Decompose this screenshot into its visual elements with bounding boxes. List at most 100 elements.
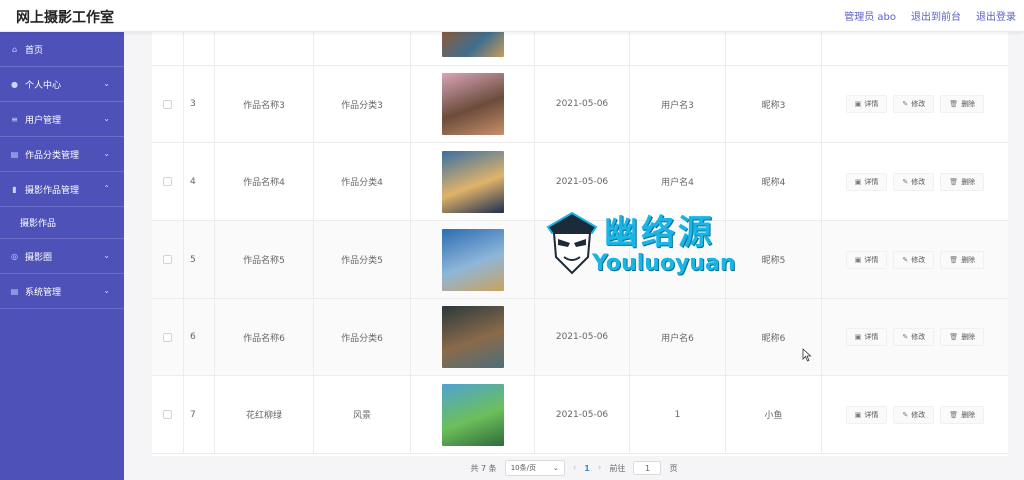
edit-button[interactable]: ✎ 修改 <box>893 328 935 346</box>
delete-button[interactable]: 🗑 删除 <box>940 250 985 269</box>
document-icon: ▣ <box>854 333 862 341</box>
work-name: 作品名称6 <box>215 299 314 375</box>
work-name: 作品名称5 <box>215 221 314 298</box>
document-icon: ▣ <box>854 255 862 264</box>
trash-icon: 🗑 <box>949 410 959 419</box>
sidebar-item-photo-circle[interactable]: ◎ 摄影圈 ⌄ <box>0 239 124 274</box>
edit-button[interactable]: ✎ 修改 <box>893 405 935 424</box>
nickname: 昵称4 <box>726 143 822 220</box>
home-icon: ⌂ <box>11 44 18 54</box>
row-actions: ▣ 详情 ✎ 修改 🗑 删除 <box>822 221 1008 298</box>
table-row: 5 作品名称5 作品分类5 昵称5 ▣ 详情 ✎ 修改 🗑 删除 <box>152 221 1008 299</box>
prev-page-icon[interactable]: ‹ <box>573 463 577 473</box>
sidebar-item-personal-center[interactable]: ● 个人中心 ⌄ <box>0 67 124 102</box>
page-number-current[interactable]: 1 <box>584 464 590 473</box>
main-content: 3 作品名称3 作品分类3 2021-05-06 用户名3 昵称3 ▣ 详情 ✎ 修改 🗑 删除 4 作品… <box>124 32 1024 480</box>
work-thumbnail[interactable] <box>441 306 504 368</box>
document-icon: ▣ <box>854 177 862 186</box>
sidebar-subitem-photo-works[interactable]: 摄影作品 <box>0 207 124 239</box>
edit-button[interactable]: ✎ 修改 <box>893 172 935 191</box>
sidebar-item-label: 个人中心 <box>25 80 62 91</box>
chevron-up-icon: ⌃ <box>103 184 110 193</box>
table-row: 3 作品名称3 作品分类3 2021-05-06 用户名3 昵称3 ▣ 详情 ✎ 修改 🗑 删除 <box>152 66 1008 143</box>
upload-date: 2021-05-06 <box>535 299 630 375</box>
work-thumbnail[interactable] <box>441 228 504 291</box>
detail-button[interactable]: ▣ 详情 <box>845 328 888 346</box>
edit-button[interactable]: ✎ 修改 <box>893 250 935 269</box>
sidebar-item-label: 作品分类管理 <box>25 150 80 161</box>
detail-button[interactable]: ▣ 详情 <box>845 95 888 113</box>
works-table: 3 作品名称3 作品分类3 2021-05-06 用户名3 昵称3 ▣ 详情 ✎ 修改 🗑 删除 4 作品… <box>152 32 1008 456</box>
sidebar-item-user-management[interactable]: ≡ 用户管理 ⌄ <box>0 102 124 137</box>
sidebar-item-label: 用户管理 <box>25 115 62 126</box>
top-bar: 网上摄影工作室 管理员 abo 退出到前台 退出登录 <box>0 0 1024 32</box>
table-row: 7 花红柳绿 风景 2021-05-06 1 小鱼 ▣ 详情 ✎ 修改 🗑 删除 <box>152 376 1008 454</box>
row-actions: ▣ 详情 ✎ 修改 🗑 删除 <box>822 66 1008 142</box>
sidebar-item-photo-works-management[interactable]: ▮ 摄影作品管理 ⌃ <box>0 172 124 207</box>
row-checkbox[interactable] <box>163 177 172 186</box>
row-actions: ▣ 详情 ✎ 修改 🗑 删除 <box>822 376 1008 453</box>
trash-icon: 🗑 <box>949 177 959 186</box>
upload-date: 2021-05-06 <box>535 376 630 453</box>
delete-button[interactable]: 🗑 删除 <box>940 328 985 346</box>
document-icon: ▣ <box>854 410 862 419</box>
work-category: 作品分类5 <box>314 221 411 298</box>
work-thumbnail[interactable] <box>441 383 504 446</box>
list-icon: ≡ <box>11 114 18 124</box>
chevron-down-icon: ⌄ <box>103 149 110 158</box>
sidebar-item-system-management[interactable]: ▤ 系统管理 ⌄ <box>0 274 124 309</box>
nickname: 小鱼 <box>726 376 822 453</box>
bar-chart-icon: ▮ <box>12 184 17 194</box>
sidebar-item-category-management[interactable]: ▤ 作品分类管理 ⌄ <box>0 137 124 172</box>
table-row: 4 作品名称4 作品分类4 2021-05-06 用户名4 昵称4 ▣ 详情 ✎ 修改 🗑 删除 <box>152 143 1008 221</box>
edit-button[interactable]: ✎ 修改 <box>893 95 935 113</box>
sidebar-item-label: 系统管理 <box>25 287 62 298</box>
goto-page-input[interactable]: 1 <box>633 461 662 475</box>
trash-icon: 🗑 <box>949 255 959 264</box>
detail-button[interactable]: ▣ 详情 <box>845 172 888 191</box>
table-row-partial <box>152 32 1008 66</box>
row-checkbox[interactable] <box>163 332 172 342</box>
work-category: 作品分类4 <box>314 143 411 220</box>
logout-link[interactable]: 退出登录 <box>976 8 1016 23</box>
sidebar: ⌂ 首页 ● 个人中心 ⌄ ≡ 用户管理 ⌄ ▤ 作品分类管理 ⌄ ▮ 摄影作品… <box>0 32 124 480</box>
row-index: 7 <box>184 376 215 453</box>
work-thumbnail[interactable] <box>441 73 504 135</box>
work-category: 作品分类6 <box>314 299 411 375</box>
work-name: 作品名称4 <box>215 143 314 220</box>
work-category: 风景 <box>314 376 411 453</box>
row-checkbox[interactable] <box>163 410 172 419</box>
page-size-select[interactable]: 10条/页 ⌄ <box>504 460 565 476</box>
user-icon: ● <box>11 79 18 89</box>
nickname: 昵称3 <box>726 66 822 142</box>
document-icon: ▣ <box>854 100 862 108</box>
sidebar-item-label: 摄影作品管理 <box>25 185 80 196</box>
detail-button[interactable]: ▣ 详情 <box>845 250 888 269</box>
circle-icon: ◎ <box>11 251 18 261</box>
category-icon: ▤ <box>10 149 19 159</box>
row-checkbox[interactable] <box>163 99 172 109</box>
row-actions: ▣ 详情 ✎ 修改 🗑 删除 <box>822 299 1008 375</box>
sidebar-item-label: 首页 <box>25 45 44 56</box>
row-index: 4 <box>184 143 215 220</box>
next-page-icon[interactable]: › <box>598 463 602 473</box>
sidebar-item-home[interactable]: ⌂ 首页 <box>0 32 124 67</box>
thumbnail-partial <box>441 32 504 57</box>
work-thumbnail[interactable] <box>441 150 504 213</box>
edit-icon: ✎ <box>902 255 909 264</box>
admin-user-link[interactable]: 管理员 abo <box>844 8 896 23</box>
total-count: 共 7 条 <box>470 463 497 473</box>
delete-button[interactable]: 🗑 删除 <box>940 172 985 191</box>
chevron-down-icon: ⌄ <box>103 286 110 295</box>
exit-to-frontend-link[interactable]: 退出到前台 <box>911 8 961 23</box>
row-index: 5 <box>184 221 215 298</box>
work-category: 作品分类3 <box>314 66 411 142</box>
edit-icon: ✎ <box>902 100 909 108</box>
sidebar-item-label: 摄影圈 <box>25 252 53 263</box>
username: 1 <box>630 376 726 453</box>
delete-button[interactable]: 🗑 删除 <box>940 405 985 424</box>
username: 用户名3 <box>630 66 726 142</box>
row-checkbox[interactable] <box>163 255 172 264</box>
delete-button[interactable]: 🗑 删除 <box>940 95 985 113</box>
detail-button[interactable]: ▣ 详情 <box>845 405 888 424</box>
